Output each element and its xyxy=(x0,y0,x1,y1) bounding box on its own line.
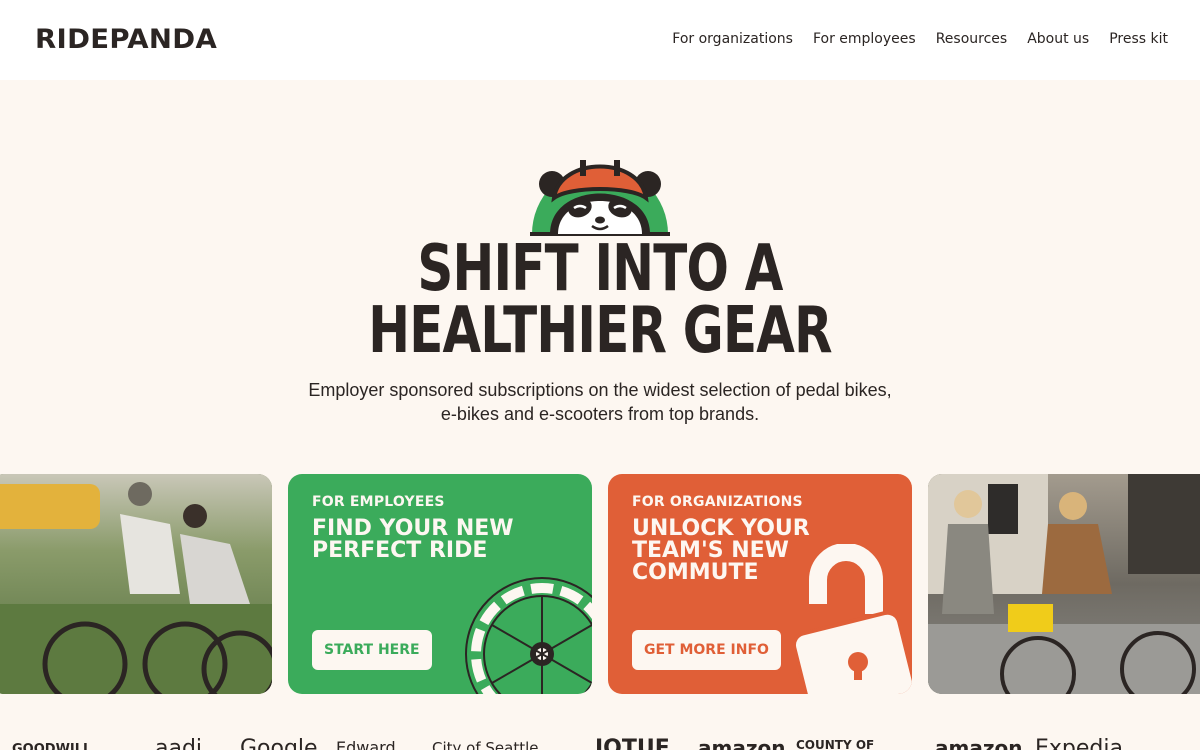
start-here-button[interactable]: START HERE xyxy=(312,630,432,670)
site-header: RIDEPANDA For organizations For employee… xyxy=(0,0,1200,80)
partner-logo: GOODWILL xyxy=(12,742,92,750)
partner-logo: amazon xyxy=(935,736,1023,750)
hero-headline-line-1: SHIFT INTO A xyxy=(417,232,783,306)
partner-logo: COUNTY OF xyxy=(796,738,875,750)
main-nav: For organizations For employees Resource… xyxy=(672,31,1168,47)
women-cycling-photo xyxy=(928,474,1200,694)
women-cycling-photo-image xyxy=(928,474,1200,694)
partner-logo: aadi xyxy=(155,736,203,750)
panda-mascot-icon xyxy=(530,160,670,236)
organizations-card[interactable]: FOR ORGANIZATIONS UNLOCK YOUR TEAM'S NEW… xyxy=(608,474,912,694)
partner-logo: Edward xyxy=(336,738,396,750)
cyclists-photo xyxy=(0,474,272,694)
employees-card-title: FIND YOUR NEW PERFECT RIDE xyxy=(312,516,514,563)
nav-link-for-organizations[interactable]: For organizations xyxy=(672,31,793,47)
bike-wheel-icon xyxy=(465,577,592,694)
employees-card[interactable]: FOR EMPLOYEES FIND YOUR NEW PERFECT RIDE… xyxy=(288,474,592,694)
nav-link-about-us[interactable]: About us xyxy=(1027,31,1089,47)
ridepanda-logo[interactable]: RIDEPANDA xyxy=(35,24,217,55)
nav-link-resources[interactable]: Resources xyxy=(936,31,1008,47)
unlocked-padlock-icon xyxy=(794,544,912,694)
partner-logo: Google xyxy=(240,736,318,750)
partner-logo: amazon xyxy=(698,736,786,750)
hero-headline: SHIFT INTO A HEALTHIER GEAR xyxy=(0,232,1200,368)
organizations-card-kicker: FOR ORGANIZATIONS xyxy=(632,494,803,510)
hero-subtitle: Employer sponsored subscriptions on the … xyxy=(308,380,892,424)
nav-link-for-employees[interactable]: For employees xyxy=(813,31,916,47)
hero-headline-line-2: HEALTHIER GEAR xyxy=(368,294,832,368)
partner-logo: Expedia xyxy=(1035,736,1123,750)
partner-logo: IOTUE xyxy=(595,736,670,750)
partner-logo: City of Seattle xyxy=(432,739,539,750)
partner-logos-strip: GOODWILL aadi Google Edward City of Seat… xyxy=(0,732,1200,750)
cyclists-photo-image xyxy=(0,474,272,694)
nav-link-press-kit[interactable]: Press kit xyxy=(1109,31,1168,47)
employees-card-kicker: FOR EMPLOYEES xyxy=(312,494,445,510)
get-more-info-button[interactable]: GET MORE INFO xyxy=(632,630,781,670)
